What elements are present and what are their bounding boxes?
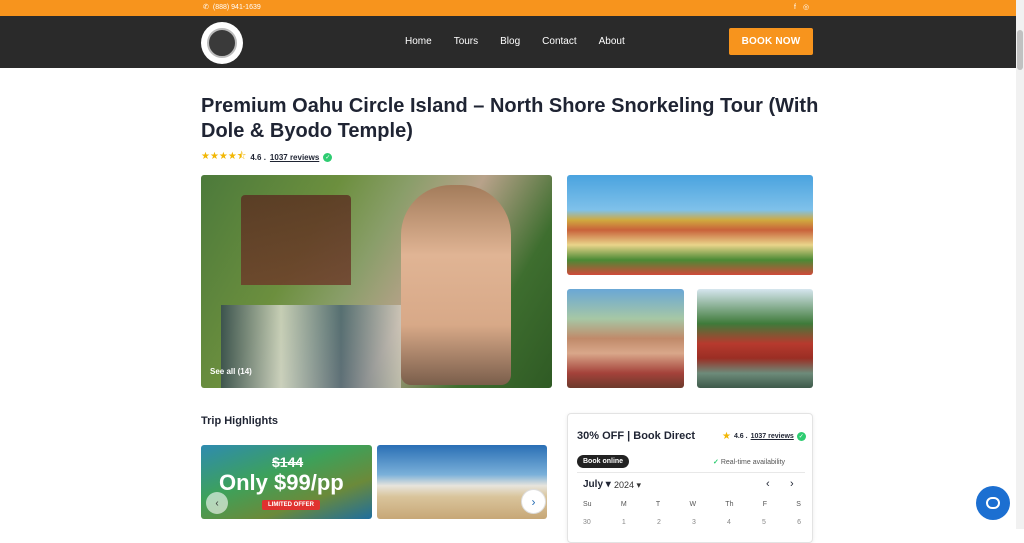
logo-emblem: [207, 28, 237, 58]
gallery-image-tourist[interactable]: [567, 289, 684, 388]
weekday-label: W: [689, 501, 697, 508]
gallery-main-image[interactable]: See all (14): [201, 175, 552, 388]
booking-title: 30% OFF | Book Direct: [577, 430, 695, 442]
calendar-date[interactable]: 30: [583, 519, 591, 526]
next-month-icon[interactable]: ›: [790, 478, 794, 490]
nav-blog[interactable]: Blog: [500, 36, 520, 47]
weekday-label: S: [796, 501, 801, 508]
page-scrollbar[interactable]: [1016, 0, 1024, 529]
chat-bubble-icon: [986, 497, 1000, 509]
date-row: 30 1 2 3 4 5 6: [583, 519, 801, 526]
nav-about[interactable]: About: [599, 36, 625, 47]
limited-offer-badge: LIMITED OFFER: [262, 500, 320, 510]
main-menu: Home Tours Blog Contact About: [405, 36, 625, 47]
year-select[interactable]: 2024 ▾: [614, 480, 641, 491]
rating-stars: ★★★★⯪: [201, 151, 247, 162]
booking-rating-value: 4.6 .: [733, 433, 748, 440]
instagram-icon[interactable]: ◎: [803, 3, 809, 12]
page-title: Premium Oahu Circle Island – North Shore…: [201, 95, 819, 142]
book-now-button[interactable]: BOOK NOW: [729, 28, 813, 55]
booking-rating: ★ 4.6 . 1037 reviews ✓: [722, 431, 806, 442]
verified-check-icon: ✓: [796, 432, 806, 441]
verified-check-icon: ✓: [323, 153, 333, 162]
social-links: f ◎: [794, 3, 809, 12]
weekday-row: Su M T W Th F S: [583, 501, 801, 508]
phone-icon: ✆: [203, 4, 209, 11]
gallery-image-temple[interactable]: [697, 289, 813, 388]
realtime-availability: ✓ Real-time availability: [713, 458, 785, 466]
booking-reviews-link[interactable]: 1037 reviews: [751, 433, 794, 440]
weekday-label: Su: [583, 501, 592, 508]
phone-contact[interactable]: ✆ (888) 941-1639: [203, 3, 261, 12]
scrollbar-thumb[interactable]: [1017, 30, 1023, 70]
chat-widget-button[interactable]: [976, 486, 1010, 520]
phone-number: (888) 941-1639: [212, 3, 261, 11]
weekday-label: T: [655, 501, 661, 508]
check-icon: ✓: [713, 459, 719, 466]
weekday-label: M: [620, 501, 627, 508]
calendar-date[interactable]: 2: [657, 519, 661, 526]
trip-highlights-title: Trip Highlights: [201, 415, 278, 427]
calendar-date[interactable]: 6: [797, 519, 801, 526]
nav-contact[interactable]: Contact: [542, 36, 576, 47]
realtime-label: Real-time availability: [720, 459, 786, 466]
calendar-date[interactable]: 3: [692, 519, 696, 526]
gallery-image-dole[interactable]: [567, 175, 813, 275]
calendar-date[interactable]: 5: [762, 519, 766, 526]
see-all-photos[interactable]: See all (14): [210, 367, 252, 376]
calendar-date[interactable]: 4: [727, 519, 731, 526]
nav-home[interactable]: Home: [405, 36, 432, 47]
reviews-link[interactable]: 1037 reviews: [270, 153, 319, 162]
prev-month-icon[interactable]: ‹: [766, 478, 770, 490]
highlight-card-beach[interactable]: [377, 445, 547, 519]
book-online-tab[interactable]: Book online: [577, 455, 630, 468]
facebook-icon[interactable]: f: [794, 3, 796, 12]
month-select[interactable]: July ▾: [583, 479, 611, 490]
booking-card: 30% OFF | Book Direct ★ 4.6 . 1037 revie…: [567, 413, 813, 543]
weekday-label: Th: [725, 501, 734, 508]
star-icon: ★: [722, 431, 731, 442]
temple-shape: [241, 195, 351, 285]
carousel-prev-icon[interactable]: ‹: [206, 492, 228, 514]
divider: [577, 472, 805, 473]
tour-rating: ★★★★⯪ 4.6 . 1037 reviews ✓: [201, 149, 333, 166]
weekday-label: F: [762, 501, 767, 508]
calendar-date[interactable]: 1: [622, 519, 626, 526]
site-logo[interactable]: [201, 22, 243, 64]
tourist-shape: [401, 185, 511, 385]
rating-value: 4.6 .: [250, 153, 266, 162]
top-bar: ✆ (888) 941-1639 f ◎: [0, 0, 1016, 16]
promo-price: Only $99/pp: [219, 470, 344, 495]
carousel-next-icon[interactable]: ›: [521, 489, 546, 514]
nav-tours[interactable]: Tours: [454, 36, 478, 47]
old-price: $144: [272, 454, 304, 470]
